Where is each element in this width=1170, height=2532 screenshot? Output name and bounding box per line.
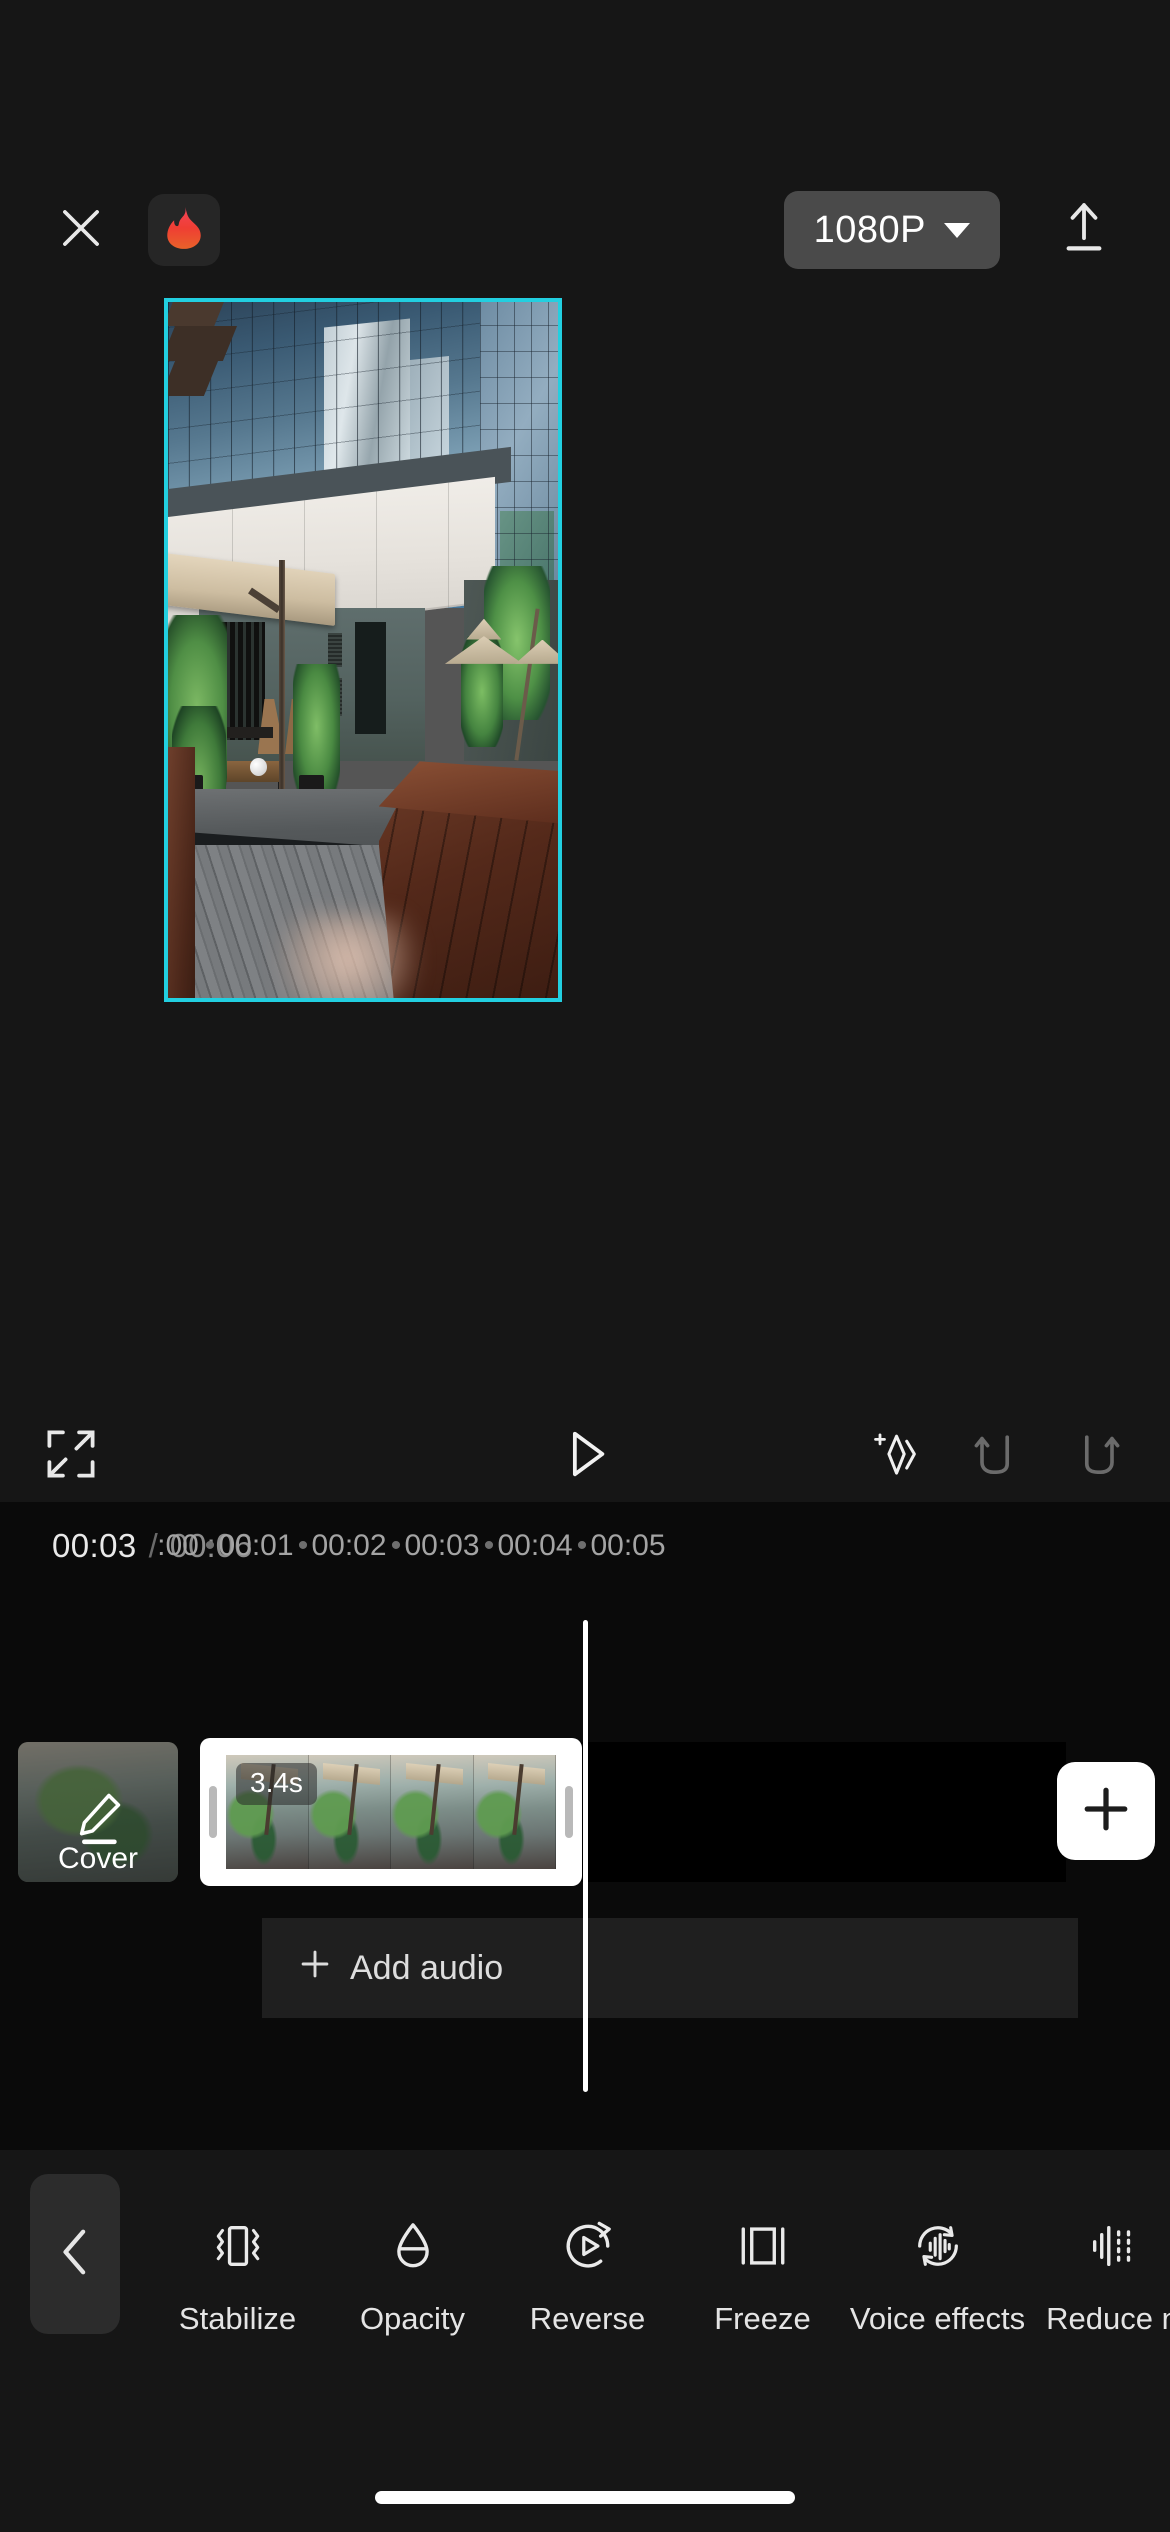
top-bar-actions: 1080P [783,191,1132,269]
current-time: 00:03 [52,1527,137,1564]
add-keyframe-button[interactable] [866,1426,922,1482]
add-audio-label: Add audio [350,1948,504,1987]
cover-button[interactable]: Cover [18,1742,178,1882]
playhead-indicator[interactable] [583,1620,588,2092]
toolbar-item-label: Reduce n [1046,2301,1170,2336]
video-scene: NTAL [168,302,558,998]
trim-handle-right[interactable] [565,1786,573,1838]
bottom-toolbar: Stabilize Opacity Reverse Freeze Voice effec… [0,2150,1170,2400]
close-x-icon [58,205,104,256]
status-bar-spacer [0,0,1170,170]
toolbar-item-reduce-n[interactable]: Reduce n [1025,2213,1170,2337]
voice-effects-icon [907,2213,969,2279]
trim-handle-left[interactable] [209,1786,217,1838]
cover-label: Cover [57,1842,139,1875]
freeze-frame-icon [732,2213,794,2279]
toolbar-item-label: Voice effects [849,2301,1026,2336]
expand-fullscreen-icon [44,1427,98,1481]
flame-button[interactable] [148,194,220,266]
toolbar-back-button[interactable] [30,2174,120,2334]
video-clip-selected[interactable]: 3.4s [200,1738,582,1886]
clip-duration-badge: 3.4s [236,1763,317,1805]
toolbar-item-label: Opacity [359,2301,466,2336]
fullscreen-button[interactable] [44,1427,98,1481]
video-canvas[interactable]: NTAL [164,298,562,1002]
home-indicator-area [0,2400,1170,2532]
toolbar-item-label: Stabilize [178,2301,297,2336]
plus-icon [1081,1784,1131,1839]
play-triangle-icon [556,1425,614,1483]
ruler-dot: • [390,1529,402,1562]
toolbar-item-reverse[interactable]: Reverse [500,2213,675,2337]
opacity-droplet-icon [382,2213,444,2279]
chevron-down-icon [944,222,970,238]
undo-button[interactable] [968,1426,1024,1482]
toolbar-item-label: Freeze [714,2301,811,2336]
chevron-left-icon [53,2225,97,2284]
upload-arrow-icon [1058,200,1110,261]
undo-icon [968,1426,1024,1482]
plus-icon [298,1947,332,1990]
ruler-time-label: 00:04 [497,1529,573,1562]
reduce-noise-icon [1082,2213,1144,2279]
toolbar-item-voice-effects[interactable]: Voice effects [850,2213,1025,2337]
top-bar: 1080P [0,170,1170,290]
clip-filmstrip: 3.4s [226,1755,556,1869]
add-audio-button[interactable]: Add audio [262,1918,1078,2018]
reverse-icon [557,2213,619,2279]
add-clip-button[interactable] [1057,1762,1155,1860]
player-control-bar [0,1406,1170,1502]
timeline-panel[interactable]: Cover 3.4s Add audio [0,1590,1170,2150]
ruler-dot: • [576,1529,588,1562]
flame-icon [163,205,205,256]
toolbar-item-opacity[interactable]: Opacity [325,2213,500,2337]
close-button[interactable] [50,199,112,261]
resolution-selector[interactable]: 1080P [783,191,1000,269]
export-button[interactable] [1052,198,1116,262]
ruler-dot: • [483,1529,495,1562]
resolution-label: 1080P [813,208,926,251]
toolbar-item-label: Reverse [529,2301,646,2336]
toolbar-tool-list: Stabilize Opacity Reverse Freeze Voice effec… [150,2213,1170,2337]
toolbar-item-stabilize[interactable]: Stabilize [150,2213,325,2337]
ruler-time-label: 00:05 [590,1529,666,1562]
home-indicator-bar[interactable] [375,2491,795,2504]
time-separator: / [148,1527,158,1564]
ruler-time-label: 00:03 [404,1529,480,1562]
timecode-ruler[interactable]: 00:03 / 00:06 :00 • 00:01 • 00:02 • 00:03 • 00:0… [0,1502,1170,1590]
stabilize-icon [207,2213,269,2279]
play-button[interactable] [556,1425,614,1483]
video-editor-screen: 1080P 00:03 / 00:06:00 • 00:01 • 00:02 … [0,0,1170,2532]
add-keyframe-icon [866,1426,922,1482]
track-empty-region [566,1742,1066,1882]
redo-icon [1070,1426,1126,1482]
total-duration: 00:06 [169,1527,253,1564]
video-preview-area[interactable]: NTAL [0,290,1170,1406]
ruler-dot: • [297,1529,309,1562]
redo-button[interactable] [1070,1426,1126,1482]
toolbar-item-freeze[interactable]: Freeze [675,2213,850,2337]
ruler-time-label: 00:02 [311,1529,387,1562]
